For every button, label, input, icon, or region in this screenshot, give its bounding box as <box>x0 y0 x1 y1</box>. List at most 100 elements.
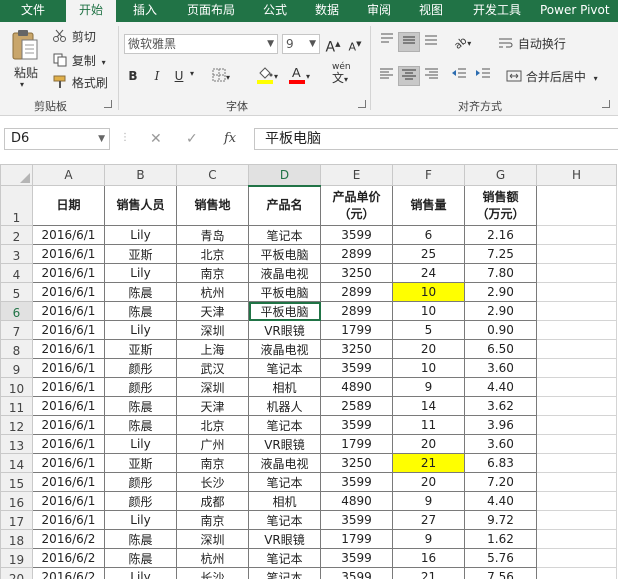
cell[interactable]: 笔记本 <box>248 510 321 530</box>
font-name-select[interactable]: 微软雅黑 ▼ <box>124 34 278 54</box>
cell[interactable]: 3599 <box>320 358 393 378</box>
align-top-button[interactable] <box>376 32 398 52</box>
cell[interactable]: 深圳 <box>176 377 249 397</box>
decrease-indent-button[interactable] <box>448 66 470 86</box>
cell[interactable] <box>536 491 617 511</box>
row-header[interactable]: 2 <box>0 225 33 245</box>
column-header-g[interactable]: G <box>464 164 537 186</box>
header-cell[interactable]: 销售量 <box>392 185 465 226</box>
cell[interactable]: 2016/6/1 <box>32 282 105 302</box>
cell[interactable]: 天津 <box>176 396 249 416</box>
cell[interactable]: 深圳 <box>176 529 249 549</box>
cell[interactable]: 2016/6/2 <box>32 529 105 549</box>
cell[interactable] <box>536 244 617 264</box>
alignment-launcher-icon[interactable] <box>602 100 610 108</box>
align-center-button[interactable] <box>398 66 420 86</box>
cell[interactable]: 1799 <box>320 434 393 454</box>
cell[interactable]: 2016/6/1 <box>32 263 105 283</box>
cell[interactable]: 5 <box>392 320 465 340</box>
cell[interactable]: 3599 <box>320 472 393 492</box>
cell[interactable] <box>536 529 617 549</box>
cell[interactable]: 24 <box>392 263 465 283</box>
cell[interactable]: 笔记本 <box>248 548 321 568</box>
row-header[interactable]: 8 <box>0 339 33 359</box>
cell[interactable]: 9.72 <box>464 510 537 530</box>
cell[interactable]: 3599 <box>320 225 393 245</box>
paste-button[interactable]: 粘贴 <box>14 64 38 81</box>
cell[interactable]: 9 <box>392 377 465 397</box>
cell[interactable]: 2016/6/2 <box>32 548 105 568</box>
cell[interactable] <box>536 510 617 530</box>
cell[interactable]: 平板电脑 <box>248 282 321 302</box>
row-header[interactable]: 9 <box>0 358 33 378</box>
cell[interactable]: 27 <box>392 510 465 530</box>
increase-indent-button[interactable] <box>472 66 494 86</box>
cell[interactable]: 6.83 <box>464 453 537 473</box>
cell[interactable]: 亚斯 <box>104 244 177 264</box>
cell[interactable] <box>536 567 617 579</box>
cell[interactable]: Lily <box>104 225 177 245</box>
cell[interactable]: 10 <box>392 282 465 302</box>
cell[interactable]: 陈晨 <box>104 282 177 302</box>
tab-review[interactable]: 审阅 <box>356 0 402 22</box>
cell[interactable]: 4890 <box>320 377 393 397</box>
cell[interactable]: 2016/6/1 <box>32 301 105 321</box>
italic-button[interactable]: I <box>148 66 166 86</box>
cell[interactable]: 3250 <box>320 339 393 359</box>
header-cell[interactable]: 产品名 <box>248 185 321 226</box>
cell[interactable]: 2016/6/1 <box>32 415 105 435</box>
column-header-b[interactable]: B <box>104 164 177 186</box>
cell[interactable]: 3.96 <box>464 415 537 435</box>
row-header[interactable]: 5 <box>0 282 33 302</box>
cell[interactable]: Lily <box>104 263 177 283</box>
cell[interactable]: 陈晨 <box>104 301 177 321</box>
underline-button[interactable]: U <box>170 66 188 86</box>
cell[interactable]: 颜彤 <box>104 358 177 378</box>
cell[interactable]: 20 <box>392 472 465 492</box>
cell[interactable]: 陈晨 <box>104 415 177 435</box>
cell[interactable]: 2899 <box>320 301 393 321</box>
tab-developer[interactable]: 开发工具 <box>462 0 532 22</box>
cell[interactable]: Lily <box>104 567 177 579</box>
cell[interactable]: 南京 <box>176 510 249 530</box>
align-left-button[interactable] <box>376 66 398 86</box>
cell[interactable]: 1.62 <box>464 529 537 549</box>
cell[interactable]: 南京 <box>176 263 249 283</box>
row-header[interactable]: 7 <box>0 320 33 340</box>
cell[interactable] <box>536 472 617 492</box>
cell[interactable]: 天津 <box>176 301 249 321</box>
select-all-button[interactable] <box>0 164 33 186</box>
cell[interactable]: VR眼镜 <box>248 320 321 340</box>
tab-insert[interactable]: 插入 <box>122 0 168 22</box>
font-size-select[interactable]: 9 ▼ <box>282 34 320 54</box>
shrink-font-button[interactable]: A▼ <box>346 34 364 54</box>
cell[interactable]: 长沙 <box>176 472 249 492</box>
tab-page-layout[interactable]: 页面布局 <box>176 0 246 22</box>
cell[interactable]: 液晶电视 <box>248 339 321 359</box>
cell[interactable]: 2016/6/1 <box>32 491 105 511</box>
cell[interactable]: 颜彤 <box>104 377 177 397</box>
underline-dropdown-icon[interactable]: ▾ <box>190 69 194 78</box>
tab-home[interactable]: 开始 <box>66 0 116 22</box>
cell[interactable]: 青岛 <box>176 225 249 245</box>
cell[interactable] <box>536 396 617 416</box>
cell[interactable] <box>536 415 617 435</box>
cell[interactable]: 2899 <box>320 244 393 264</box>
cell[interactable]: 14 <box>392 396 465 416</box>
cell[interactable]: 南京 <box>176 453 249 473</box>
align-right-button[interactable] <box>420 66 442 86</box>
column-header-f[interactable]: F <box>392 164 465 186</box>
cell[interactable]: 20 <box>392 339 465 359</box>
cell[interactable] <box>536 358 617 378</box>
cell[interactable]: 笔记本 <box>248 415 321 435</box>
cell[interactable] <box>536 263 617 283</box>
cell[interactable]: 杭州 <box>176 548 249 568</box>
cell[interactable]: 亚斯 <box>104 453 177 473</box>
cell[interactable]: 颜彤 <box>104 472 177 492</box>
row-header[interactable]: 1 <box>0 185 33 226</box>
cell[interactable]: 1799 <box>320 320 393 340</box>
cell[interactable]: 笔记本 <box>248 472 321 492</box>
merge-center-button[interactable]: 合并后居中 ▾ <box>506 68 598 86</box>
cell[interactable]: 4.40 <box>464 377 537 397</box>
cell[interactable] <box>536 185 617 226</box>
